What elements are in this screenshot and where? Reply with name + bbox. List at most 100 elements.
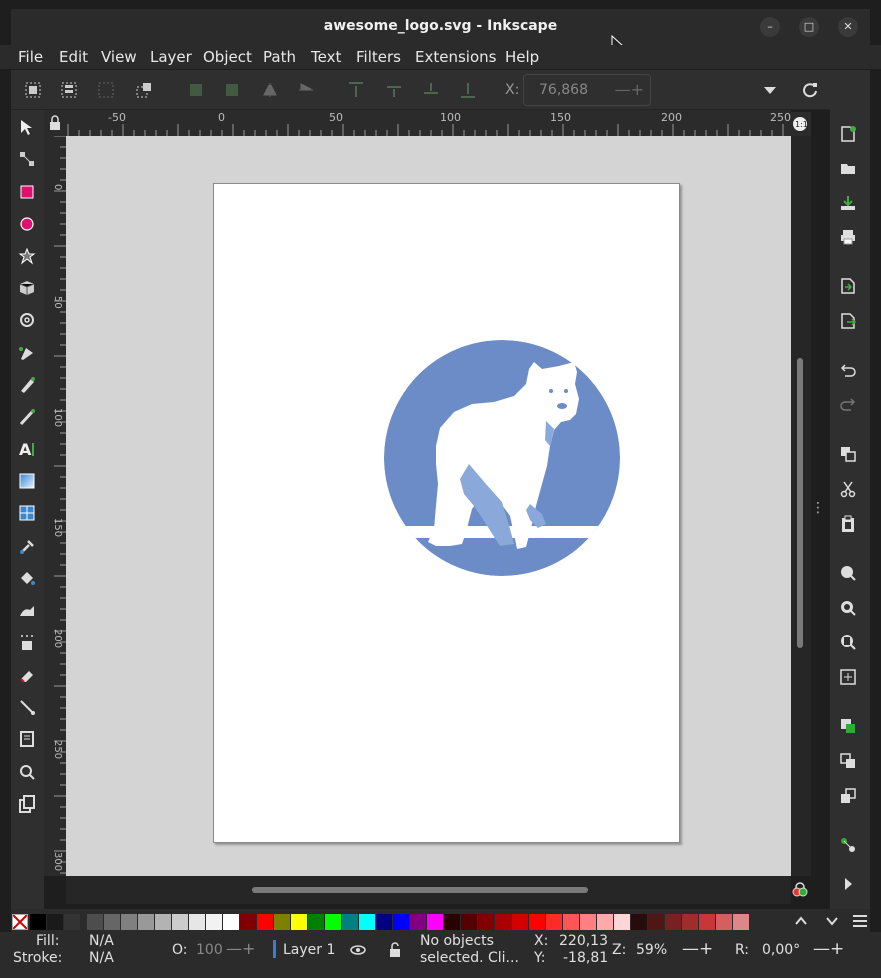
color-swatch[interactable] xyxy=(155,914,171,930)
mesh-tool-icon[interactable] xyxy=(18,504,36,522)
color-swatch[interactable] xyxy=(614,914,630,930)
stroke-value[interactable]: N/A xyxy=(89,950,114,966)
color-swatch[interactable] xyxy=(87,914,103,930)
flip-vertical-icon[interactable] xyxy=(297,81,315,99)
menu-file[interactable]: File xyxy=(18,48,43,66)
color-swatch[interactable] xyxy=(291,914,307,930)
logo-circle-group[interactable] xyxy=(384,340,620,576)
3d-box-tool-icon[interactable] xyxy=(18,279,36,297)
zoom-input[interactable]: 59% xyxy=(636,942,667,958)
color-swatch[interactable] xyxy=(47,914,63,930)
zoom-tool-icon[interactable] xyxy=(18,763,36,781)
color-swatch[interactable] xyxy=(359,914,375,930)
color-swatch[interactable] xyxy=(461,914,477,930)
rotation-input[interactable]: 0,00° xyxy=(762,942,800,958)
eraser-tool-icon[interactable] xyxy=(18,666,36,684)
lower-to-bottom-icon[interactable] xyxy=(459,81,477,99)
color-swatch[interactable] xyxy=(325,914,341,930)
flip-horizontal-icon[interactable] xyxy=(261,81,279,99)
guide-lock-toggle[interactable] xyxy=(44,110,66,136)
node-tool-icon[interactable] xyxy=(18,150,36,168)
save-icon[interactable] xyxy=(839,194,857,212)
color-swatch[interactable] xyxy=(580,914,596,930)
connector-tool-icon[interactable] xyxy=(18,698,36,716)
zoom-page-icon[interactable] xyxy=(839,633,857,651)
close-button[interactable]: ✕ xyxy=(838,17,858,37)
zoom-stepper-icon[interactable]: —+ xyxy=(682,939,713,959)
color-swatch[interactable] xyxy=(257,914,273,930)
minimize-button[interactable]: – xyxy=(760,17,780,37)
print-icon[interactable] xyxy=(839,228,857,246)
menu-edit[interactable]: Edit xyxy=(59,48,88,66)
lower-icon[interactable] xyxy=(422,81,440,99)
vertical-scrollbar-thumb[interactable] xyxy=(797,358,803,648)
color-swatch[interactable] xyxy=(240,914,256,930)
menu-extensions[interactable]: Extensions xyxy=(415,48,496,66)
color-swatch[interactable] xyxy=(189,914,205,930)
pen-tool-icon[interactable] xyxy=(18,344,36,362)
horizontal-scrollbar-thumb[interactable] xyxy=(252,887,588,893)
color-swatch[interactable] xyxy=(138,914,154,930)
color-swatch[interactable] xyxy=(529,914,545,930)
select-all-icon[interactable] xyxy=(24,81,42,99)
paint-bucket-tool-icon[interactable] xyxy=(18,569,36,587)
star-tool-icon[interactable] xyxy=(18,247,36,265)
menu-text[interactable]: Text xyxy=(311,48,341,66)
color-swatch[interactable] xyxy=(682,914,698,930)
tweak-tool-icon[interactable] xyxy=(18,601,36,619)
snap-toggle-icon[interactable] xyxy=(801,81,819,99)
color-swatch[interactable] xyxy=(64,914,80,930)
export-icon[interactable] xyxy=(839,312,857,330)
palette-scroll-down-icon[interactable] xyxy=(824,913,840,929)
menu-help[interactable]: Help xyxy=(505,48,539,66)
fill-value[interactable]: N/A xyxy=(89,933,114,949)
toolbar-overflow-dropdown-icon[interactable] xyxy=(761,81,779,99)
spiral-tool-icon[interactable] xyxy=(18,311,36,329)
color-swatch[interactable] xyxy=(495,914,511,930)
palette-scroll-up-icon[interactable] xyxy=(793,913,809,929)
zoom-selection-icon[interactable] xyxy=(839,564,857,582)
color-swatch[interactable] xyxy=(223,914,239,930)
color-swatch[interactable] xyxy=(478,914,494,930)
layer-lock-icon[interactable] xyxy=(387,941,403,959)
color-swatch[interactable] xyxy=(308,914,324,930)
x-coordinate-input[interactable]: 76,868 —+ xyxy=(523,74,651,106)
color-swatch[interactable] xyxy=(546,914,562,930)
x-stepper-icon[interactable]: —+ xyxy=(615,80,644,99)
calligraphy-tool-icon[interactable] xyxy=(18,408,36,426)
undo-icon[interactable] xyxy=(839,361,857,379)
pencil-tool-icon[interactable] xyxy=(18,376,36,394)
zoom-corner-button[interactable]: 1:1 xyxy=(791,112,811,136)
unlink-clone-icon[interactable] xyxy=(839,787,857,805)
cut-icon[interactable] xyxy=(839,480,857,498)
opacity-stepper-icon[interactable]: —+ xyxy=(226,939,255,958)
color-management-toggle[interactable] xyxy=(791,881,809,899)
new-document-icon[interactable] xyxy=(839,125,857,143)
import-icon[interactable] xyxy=(839,277,857,295)
menu-path[interactable]: Path xyxy=(263,48,296,66)
measure-tool-icon[interactable] xyxy=(18,795,36,813)
group-icon[interactable] xyxy=(839,717,857,735)
maximize-button[interactable]: □ xyxy=(799,17,819,37)
color-swatch[interactable] xyxy=(631,914,647,930)
menu-object[interactable]: Object xyxy=(203,48,252,66)
layer-visibility-eye-icon[interactable] xyxy=(349,942,367,958)
menu-filters[interactable]: Filters xyxy=(356,48,401,66)
color-swatch[interactable] xyxy=(172,914,188,930)
logo-artwork[interactable] xyxy=(214,184,681,844)
color-swatch[interactable] xyxy=(597,914,613,930)
color-swatch[interactable] xyxy=(104,914,120,930)
panel-resize-handle-icon[interactable]: ⋮ xyxy=(811,500,825,516)
dropper-tool-icon[interactable] xyxy=(18,537,36,555)
ungroup-icon[interactable] xyxy=(839,752,857,770)
selector-tool-icon[interactable] xyxy=(18,118,36,136)
zoom-center-page-icon[interactable] xyxy=(839,668,857,686)
drawing-canvas[interactable] xyxy=(66,136,791,876)
color-swatch[interactable] xyxy=(512,914,528,930)
menu-view[interactable]: View xyxy=(101,48,137,66)
color-swatch[interactable] xyxy=(30,914,46,930)
rotate-cw-icon[interactable] xyxy=(223,81,241,99)
color-swatch[interactable] xyxy=(665,914,681,930)
color-swatch[interactable] xyxy=(444,914,460,930)
pages-tool-icon[interactable] xyxy=(18,730,36,748)
